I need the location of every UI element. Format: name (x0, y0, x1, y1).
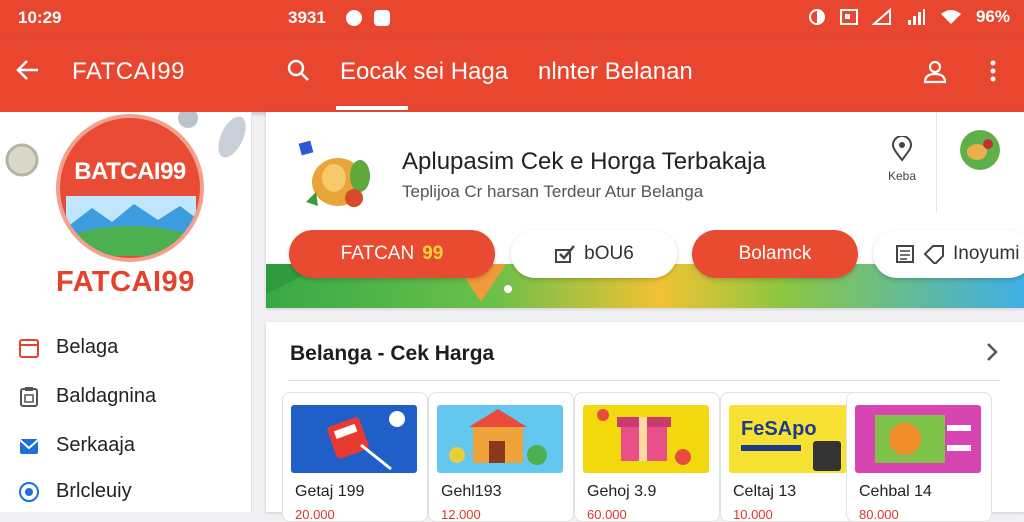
battery-level: 96% (975, 7, 1010, 26)
status-center-text: 3931 (288, 8, 326, 27)
check-icon (555, 245, 576, 263)
card-price: 80.000 (859, 507, 899, 522)
sidebar-item-label: Belaga (56, 336, 119, 358)
product-card[interactable]: Getaj 199 20.000 (282, 392, 428, 522)
logo-text: BATCAI99 (74, 158, 186, 185)
notification-icon (346, 10, 362, 26)
status-bar: 10:29 3931 96% (0, 0, 1024, 36)
card-label: Celtaj 13 (733, 483, 797, 500)
food-basket-icon (298, 140, 370, 207)
card-price: 20.000 (295, 507, 335, 522)
hero-divider (936, 112, 937, 212)
account-icon[interactable] (922, 58, 948, 84)
app-title: FATCAI99 (72, 58, 185, 85)
fatcan-accent: 99 (422, 243, 444, 264)
sidebar: BATCAI99 FATCAI99 Belaga Baldagnina Serk… (0, 112, 252, 512)
price-check-section: Belanga - Cek Harga Getaj 199 20.000 Geh… (266, 322, 1024, 522)
location-button[interactable]: Keba (884, 135, 920, 183)
sidebar-item-brlcleuiy[interactable]: Brlcleuiy (18, 480, 132, 503)
svg-text:FeSApo: FeSApo (741, 418, 817, 440)
card-label: Getaj 199 (295, 483, 365, 500)
bolamck-label: Bolamck (738, 243, 812, 264)
tag-icon (923, 245, 944, 264)
search-icon[interactable] (286, 58, 310, 82)
sidebar-item-label: Serkaaja (56, 434, 135, 456)
location-label: Keba (887, 169, 917, 183)
clipboard-icon (20, 386, 38, 407)
giftbox-icon (583, 405, 709, 473)
leaf-decoration-icon (218, 116, 246, 158)
sidebar-brand: FATCAI99 (56, 266, 195, 298)
sidebar-item-label: Baldagnina (56, 385, 157, 407)
card-price: 60.000 (587, 507, 627, 522)
inoyumi-label: Inoyumi (953, 243, 1020, 264)
sidebar-item-belaga[interactable]: Belaga (18, 336, 118, 359)
mail-icon (19, 438, 39, 454)
card-label: Cehbal 14 (859, 483, 932, 500)
store-icon (437, 405, 563, 473)
card-label: Gehl193 (441, 483, 502, 500)
profile-thumbnail[interactable] (960, 130, 1000, 170)
sidebar-item-serkaaja[interactable]: Serkaaja (18, 434, 135, 457)
card-label: Gehoj 3.9 (587, 483, 657, 500)
signal-weak-icon (871, 8, 891, 25)
food-thumbnail-icon (960, 130, 1000, 170)
chevron-right-icon[interactable] (982, 340, 1002, 364)
card-price: 12.000 (441, 507, 481, 522)
back-arrow-icon[interactable] (14, 56, 42, 84)
app-bar: FATCAI99 Eocak sei Haga nlnter Belanan (0, 36, 1024, 112)
bolamck-button[interactable]: Bolamck (692, 230, 858, 278)
hero-headline: Aplupasim Cek e Horga Terbakaja (402, 148, 766, 175)
product-card[interactable]: Gehoj 3.9 60.000 (574, 392, 720, 522)
theme-icon (808, 9, 825, 25)
inoyumi-button[interactable]: Inoyumi (873, 230, 1024, 278)
compass-icon (19, 481, 39, 502)
product-card[interactable]: FeSApo Celtaj 13 10.000 (720, 392, 866, 522)
brand-logo: BATCAI99 (56, 114, 204, 262)
fatcan-label: FATCAN (340, 243, 415, 264)
food-icon (855, 405, 981, 473)
fatcan99-button[interactable]: FATCAN 99 (289, 230, 495, 278)
carousel-indicator[interactable] (504, 285, 512, 293)
sidebar-item-baldagnina[interactable]: Baldagnina (18, 385, 156, 408)
tab-price-check[interactable]: Eocak sei Haga (340, 58, 508, 86)
product-card[interactable]: Gehl193 12.000 (428, 392, 574, 522)
notification-dot-icon (374, 10, 390, 26)
sim-icon (839, 9, 858, 25)
wifi-icon (940, 10, 961, 24)
hero-subline: Teplijoa Cr harsan Terdeur Atur Belanga (402, 182, 704, 201)
tab-shopping[interactable]: nlnter Belanan (538, 58, 693, 86)
location-pin-icon (891, 135, 913, 162)
bou6-button[interactable]: bOU6 (511, 230, 677, 278)
active-tab-indicator (336, 106, 408, 110)
signal-icon (907, 9, 925, 25)
list-icon (896, 245, 914, 263)
more-options-icon[interactable] (984, 58, 1002, 84)
section-divider (288, 380, 1000, 381)
card-price: 10.000 (733, 507, 773, 522)
product-card[interactable]: Cehbal 14 80.000 (846, 392, 992, 522)
cosmetics-icon (291, 405, 417, 473)
coin-decoration-icon (5, 143, 39, 177)
status-right: 96% (808, 7, 1010, 27)
device-icon: FeSApo (729, 405, 855, 473)
section-title: Belanga - Cek Harga (290, 342, 495, 365)
bou6-label: bOU6 (584, 243, 634, 264)
status-time: 10:29 (18, 8, 62, 27)
calendar-icon (19, 338, 39, 358)
status-notification-icons (346, 8, 390, 26)
hero-banner: Aplupasim Cek e Horga Terbakaja Teplijoa… (266, 112, 1024, 308)
landscape-icon (66, 196, 196, 256)
sidebar-item-label: Brlcleuiy (56, 480, 132, 502)
